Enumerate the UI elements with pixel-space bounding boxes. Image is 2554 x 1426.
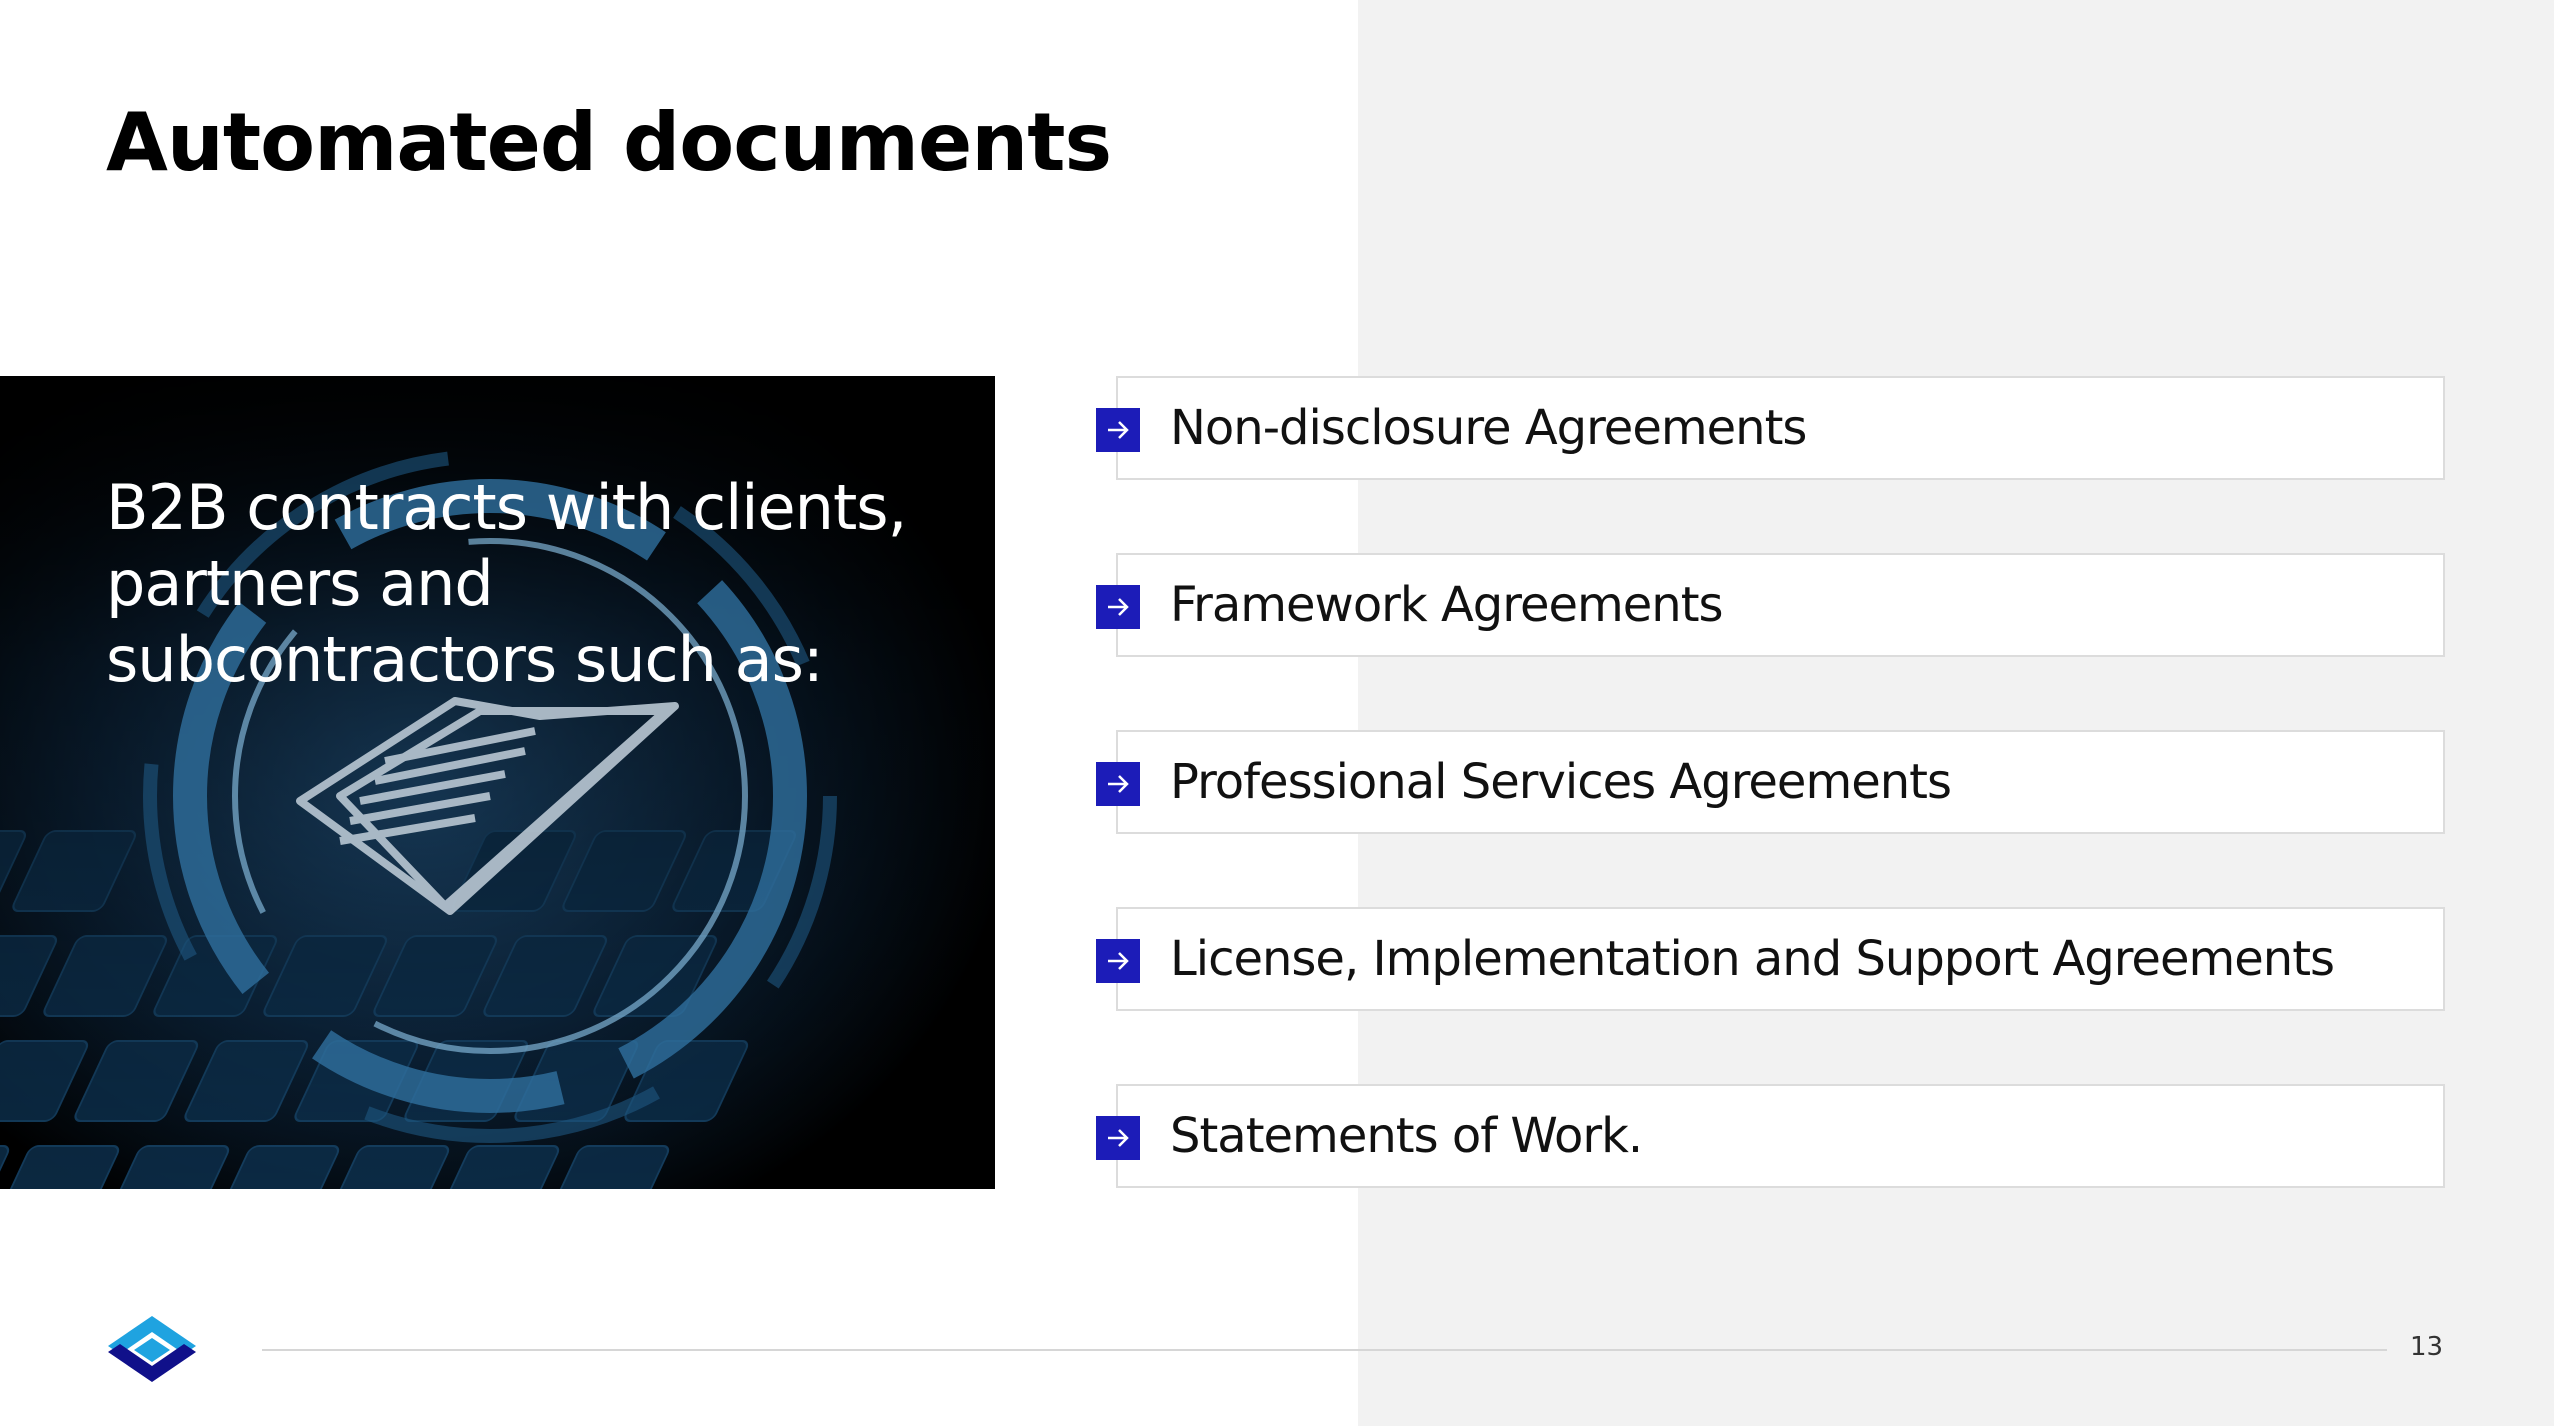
page-number: 13 <box>2410 1332 2444 1362</box>
list-item: License, Implementation and Support Agre… <box>1096 907 2445 1011</box>
list-item-label: License, Implementation and Support Agre… <box>1170 931 2335 987</box>
right-panel-background <box>1358 0 2554 1426</box>
arrow-right-icon <box>1096 1116 1140 1160</box>
list-item-label: Professional Services Agreements <box>1170 754 1952 810</box>
arrow-right-icon <box>1096 939 1140 983</box>
list-item: Framework Agreements <box>1096 553 2445 657</box>
list-item-label: Non-disclosure Agreements <box>1170 400 1807 456</box>
arrow-right-icon <box>1096 762 1140 806</box>
footer-divider <box>262 1349 2387 1351</box>
brand-logo-icon <box>104 1314 200 1384</box>
list-item: Professional Services Agreements <box>1096 730 2445 834</box>
list-item-label: Statements of Work. <box>1170 1108 1643 1164</box>
arrow-right-icon <box>1096 585 1140 629</box>
hero-image-panel: B2B contracts with clients, partners and… <box>0 376 995 1189</box>
list-item: Non-disclosure Agreements <box>1096 376 2445 480</box>
arrow-right-icon <box>1096 408 1140 452</box>
slide-title: Automated documents <box>106 96 1112 189</box>
list-item: Statements of Work. <box>1096 1084 2445 1188</box>
list-item-label: Framework Agreements <box>1170 577 1724 633</box>
hero-text: B2B contracts with clients, partners and… <box>106 471 907 696</box>
